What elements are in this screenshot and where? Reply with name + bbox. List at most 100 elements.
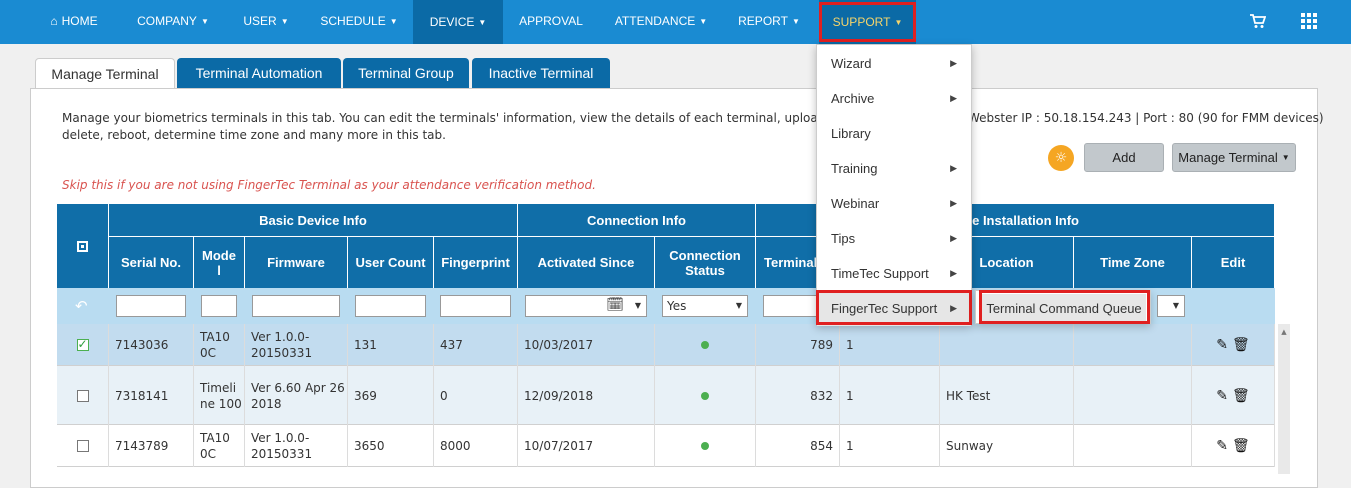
cell-activated: 12/09/2018 (518, 366, 655, 425)
scroll-up-icon[interactable]: ▲ (1278, 328, 1290, 336)
table-row[interactable]: 7143789 TA10 0C Ver 1.0.0-20150331 3650 … (57, 425, 1275, 467)
cell-fingerprint: 8000 (434, 425, 518, 467)
nav-home[interactable]: ⌂ HOME (40, 0, 108, 42)
edit-pencil-icon[interactable]: ✎ (1216, 388, 1228, 404)
chevron-right-icon: ▶ (950, 163, 957, 173)
nav-user[interactable]: USER ▼ (236, 0, 296, 42)
tab-inactive-terminal[interactable]: Inactive Terminal (472, 58, 610, 88)
row-checkbox[interactable] (76, 336, 89, 352)
filter-timezone-select[interactable]: ▼ (1157, 295, 1185, 317)
delete-trash-icon[interactable]: 🗑 (1232, 337, 1250, 353)
menu-item-archive[interactable]: Archive ▶ (817, 81, 971, 116)
caret-down-icon: ▼ (200, 16, 209, 26)
chevron-right-icon: ▶ (950, 233, 957, 243)
cart-icon[interactable] (1250, 0, 1266, 42)
row-checkbox[interactable] (76, 440, 89, 452)
filter-activated-date[interactable]: 🗓 ▼ (525, 295, 647, 317)
delete-trash-icon[interactable]: 🗑 (1232, 388, 1250, 404)
menu-item-fingertec-support[interactable]: FingerTec Support ▶ (817, 291, 971, 326)
col-edit: Edit (1192, 237, 1275, 288)
tab-manage-terminal[interactable]: Manage Terminal (35, 58, 175, 89)
filter-usercount-input[interactable] (355, 295, 426, 317)
caret-down-icon: ▼ (1281, 153, 1290, 162)
cell-timezone (1074, 324, 1192, 366)
menu-item-timetec-support[interactable]: TimeTec Support ▶ (817, 256, 971, 291)
row-checkbox[interactable] (76, 389, 89, 402)
cell-model: TA10 0C (194, 425, 245, 467)
cell-activated: 10/07/2017 (518, 425, 655, 467)
cell-location: HK Test (940, 366, 1074, 425)
chevron-right-icon: ▶ (950, 303, 957, 313)
filter-firmware-input[interactable] (252, 295, 340, 317)
nav-report[interactable]: REPORT ▼ (734, 0, 804, 42)
col-serial-no[interactable]: Serial No. (109, 237, 194, 288)
col-firmware[interactable]: Firmware (245, 237, 348, 288)
delete-trash-icon[interactable]: 🗑 (1232, 438, 1250, 454)
cell-timezone (1074, 366, 1192, 425)
cell-user-count: 131 (348, 324, 434, 366)
cell-location: Sunway (940, 425, 1074, 467)
nav-approval[interactable]: APPROVAL (513, 0, 589, 42)
reset-filter-icon[interactable]: ↶ (75, 297, 88, 315)
menu-item-library[interactable]: Library (817, 116, 971, 151)
tab-terminal-group[interactable]: Terminal Group (343, 58, 469, 88)
caret-down-icon: ▼ (389, 16, 398, 26)
col-fingerprint[interactable]: Fingerprint (434, 237, 518, 288)
caret-down-icon: ▼ (735, 301, 742, 310)
status-online-dot (701, 391, 709, 400)
edit-pencil-icon[interactable]: ✎ (1216, 337, 1228, 353)
col-user-count[interactable]: User Count (348, 237, 434, 288)
col-time-zone[interactable]: Time Zone (1074, 237, 1192, 288)
menu-item-wizard[interactable]: Wizard ▶ (817, 46, 971, 81)
caret-down-icon: ▼ (791, 16, 800, 26)
manage-terminal-dropdown[interactable]: Manage Terminal ▼ (1172, 143, 1296, 172)
nav-company[interactable]: COMPANY ▼ (128, 0, 218, 42)
nav-device[interactable]: DEVICE ▼ (413, 0, 503, 44)
filter-serial-input[interactable] (116, 295, 186, 317)
grid-icon[interactable] (1301, 0, 1317, 42)
cell-serial: 7143036 (109, 324, 194, 366)
submenu-item-terminal-command-queue[interactable]: Terminal Command Queue (982, 294, 1146, 322)
filter-status-select[interactable]: Yes ▼ (662, 295, 748, 317)
caret-down-icon: ▼ (478, 17, 487, 27)
table-row[interactable]: 7143036 TA10 0C Ver 1.0.0-20150331 131 4… (57, 324, 1275, 366)
col-model[interactable]: Mode l (194, 237, 245, 288)
chevron-right-icon: ▶ (950, 93, 957, 103)
nav-attendance[interactable]: ATTENDANCE ▼ (612, 0, 710, 42)
nav-support[interactable]: SUPPORT ▼ (819, 0, 916, 44)
cell-serial: 7143789 (109, 425, 194, 467)
menu-item-training[interactable]: Training ▶ (817, 151, 971, 186)
calendar-icon[interactable]: 🗓 (606, 297, 624, 313)
chevron-right-icon: ▶ (950, 268, 957, 278)
nav-schedule[interactable]: SCHEDULE ▼ (316, 0, 402, 42)
cell-firmware: Ver 1.0.0-20150331 (245, 425, 348, 467)
cell-timezone (1074, 425, 1192, 467)
top-navbar: ⌂ HOME COMPANY ▼ USER ▼ SCHEDULE ▼ DEVICE ▼ A… (0, 0, 1351, 44)
filter-terminal-input[interactable] (763, 295, 823, 317)
table-scrollbar[interactable]: ▲ (1278, 324, 1290, 474)
table-row[interactable]: 7318141 Timeli ne 100 Ver 6.60 Apr 26 20… (57, 366, 1275, 425)
menu-item-tips[interactable]: Tips ▶ (817, 221, 971, 256)
home-icon: ⌂ (50, 14, 58, 28)
cell-terminal-sub: 1 (840, 366, 940, 425)
cell-location (940, 324, 1074, 366)
cell-fingerprint: 437 (434, 324, 518, 366)
cell-terminal-sub: 1 (840, 425, 940, 467)
col-connection-status[interactable]: Connection Status (655, 237, 756, 288)
menu-item-webinar[interactable]: Webinar ▶ (817, 186, 971, 221)
cell-firmware: Ver 1.0.0-20150331 (245, 324, 348, 366)
caret-down-icon: ▼ (894, 17, 903, 27)
col-activated-since[interactable]: Activated Since (518, 237, 655, 288)
cell-model: Timeli ne 100 (194, 366, 245, 425)
tab-terminal-automation[interactable]: Terminal Automation (177, 58, 341, 88)
status-online-dot (701, 341, 709, 349)
edit-pencil-icon[interactable]: ✎ (1216, 438, 1228, 454)
add-button[interactable]: Add (1084, 143, 1164, 172)
cell-activated: 10/03/2017 (518, 324, 655, 366)
caret-down-icon: ▼ (634, 301, 641, 310)
filter-model-input[interactable] (201, 295, 237, 317)
cell-terminal: 832 (756, 366, 840, 425)
cell-user-count: 3650 (348, 425, 434, 467)
filter-fingerprint-input[interactable] (440, 295, 511, 317)
lightbulb-icon[interactable]: ☼ (1048, 145, 1074, 171)
